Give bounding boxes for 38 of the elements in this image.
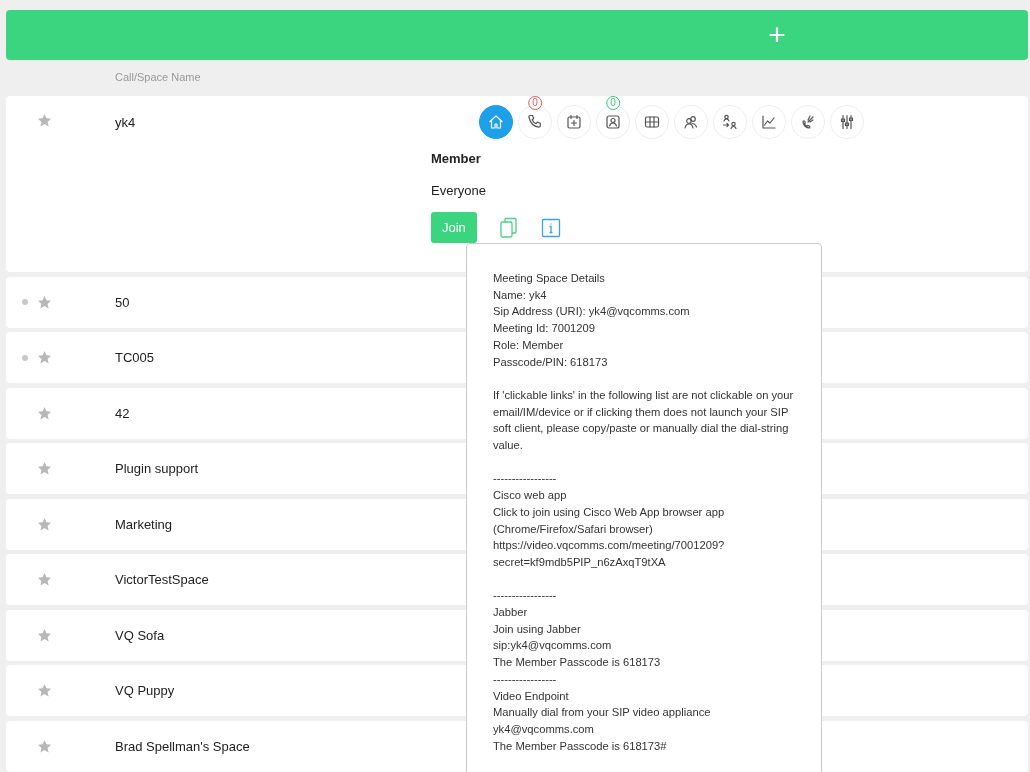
role-label: Member [431, 151, 482, 166]
detail-text: ----------------- [493, 671, 558, 687]
detail-text: If 'clickable links' in the following list are not clickable on your email/IM/device or if clicking them does not launch your SIP soft client, please copy/paste or manually dial the dial-string value. [493, 387, 795, 453]
detail-text: sip:yk4@vqcomms.com [493, 638, 613, 654]
detail-text: Join using Jabber [493, 621, 582, 637]
detail-text: Role: Member [493, 337, 565, 353]
space-name: Plugin support [115, 461, 200, 476]
detail-text: Click to join using Cisco Web App browser app [493, 504, 726, 520]
detail-text: ----------------- [493, 471, 558, 487]
space-name: TC005 [115, 350, 156, 365]
role-value: Everyone [431, 183, 487, 198]
detail-text: https://video.vqcomms.com/meeting/7001209? [493, 538, 726, 554]
detail-text: Video Endpoint [493, 688, 570, 704]
detail-text: Manually dial from your SIP video appliance [493, 705, 712, 721]
space-name: 42 [115, 405, 131, 421]
detail-text: Passcode/PIN: 618173 [493, 354, 609, 370]
detail-text: Meeting Id: 7001209 [493, 321, 596, 337]
column-header: Call/Space Name [114, 70, 202, 85]
detail-text: yk4@vqcomms.com [493, 721, 595, 737]
detail-text: (Chrome/Firefox/Safari browser) [493, 521, 654, 537]
space-name: VQ Sofa [115, 627, 166, 643]
count-badge: 0 [606, 96, 620, 110]
space-name: Marketing [115, 516, 174, 532]
space-name: yk4 [115, 114, 137, 130]
count-badge: 0 [528, 96, 542, 110]
detail-text: The Member Passcode is 618173# [493, 738, 668, 754]
detail-text: Cisco web app [493, 488, 568, 504]
space-name: VQ Puppy [115, 683, 176, 698]
detail-text: The Member Passcode is 618173 [493, 655, 662, 671]
detail-text: Name: yk4 [493, 287, 548, 303]
space-name: 50 [115, 294, 131, 310]
detail-text: Sip Address (URI): yk4@vqcomms.com [493, 304, 691, 320]
detail-text: ----------------- [493, 588, 558, 604]
detail-text: Jabber [493, 605, 529, 620]
detail-text: Meeting Space Details [493, 271, 606, 286]
space-name: Brad Spellman's Space [115, 738, 251, 754]
detail-text: secret=kf9mdb5PIP_n6zAxqT9tXA [493, 554, 667, 570]
space-name: VictorTestSpace [115, 572, 210, 587]
